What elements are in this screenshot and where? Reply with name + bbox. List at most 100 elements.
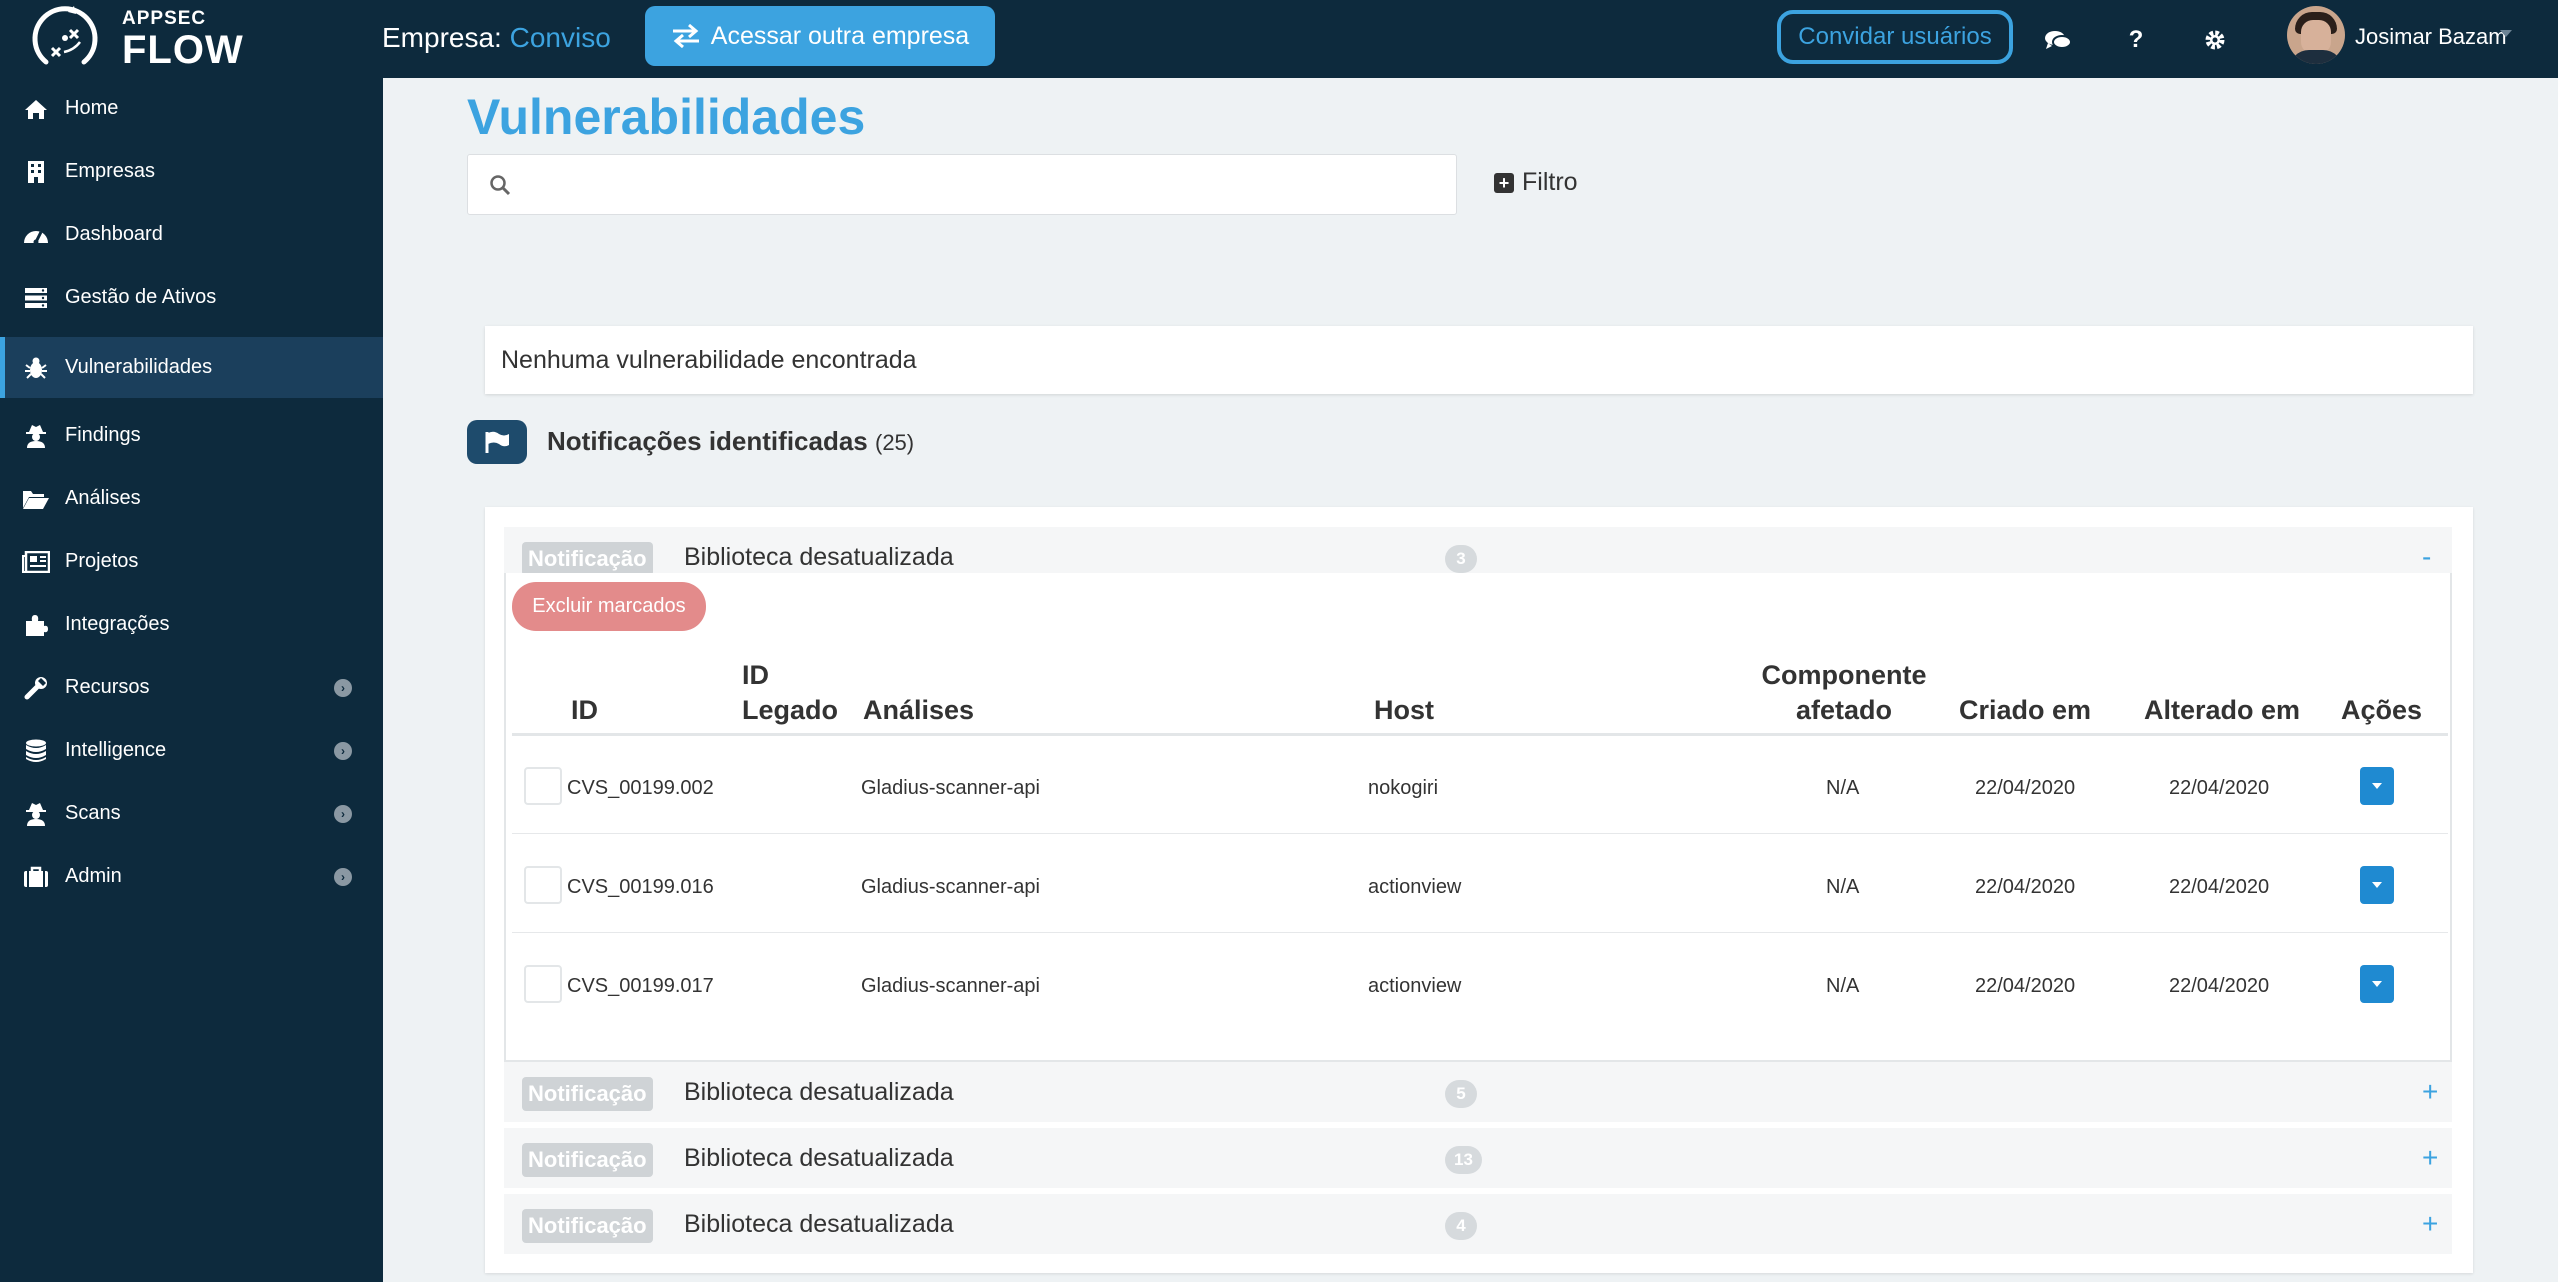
sidebar-item-findings[interactable]: Findings bbox=[0, 405, 383, 466]
expand-toggle[interactable]: + bbox=[2422, 1208, 2438, 1240]
company-indicator: Empresa: Conviso bbox=[382, 22, 611, 54]
notification-group-count-badge: 3 bbox=[1445, 545, 1477, 573]
notification-tag: Notificação bbox=[522, 1077, 653, 1111]
column-header-actions: Ações bbox=[2341, 695, 2423, 725]
notification-group-header[interactable]: Notificação Biblioteca desatualizada 13 … bbox=[504, 1128, 2452, 1188]
user-name-menu[interactable]: Josimar Bazam bbox=[2355, 24, 2507, 50]
cell-component: N/A bbox=[1826, 975, 1860, 997]
wrench-icon bbox=[22, 674, 50, 702]
search-field[interactable] bbox=[467, 154, 1457, 215]
logo-text-appsec: APPSEC bbox=[122, 8, 207, 29]
briefcase-icon bbox=[22, 863, 50, 891]
chat-icon[interactable] bbox=[2040, 22, 2076, 58]
sidebar-item-scans[interactable]: Scans › bbox=[0, 783, 383, 844]
help-icon[interactable]: ? bbox=[2118, 22, 2154, 58]
column-header-updated[interactable]: Alterado em bbox=[2144, 693, 2300, 728]
appsec-flow-logo[interactable]: APPSEC FLOW bbox=[26, 4, 246, 74]
sidebar-item-projetos[interactable]: Projetos bbox=[0, 531, 383, 592]
notification-group-title: Biblioteca desatualizada bbox=[684, 1210, 954, 1238]
filter-button[interactable]: + Filtro bbox=[1494, 168, 1578, 197]
caret-down-icon bbox=[2372, 981, 2382, 987]
notification-group-header[interactable]: Notificação Biblioteca desatualizada 4 + bbox=[504, 1194, 2452, 1254]
company-name-link[interactable]: Conviso bbox=[510, 22, 611, 53]
notification-group-count-badge: 4 bbox=[1445, 1212, 1477, 1240]
caret-down-icon[interactable] bbox=[2500, 30, 2512, 37]
sidebar-item-vulnerabilidades[interactable]: Vulnerabilidades bbox=[0, 337, 383, 398]
cell-updated: 22/04/2020 bbox=[2169, 975, 2270, 997]
flag-icon bbox=[467, 420, 527, 464]
row-checkbox[interactable] bbox=[524, 767, 562, 805]
switch-company-button[interactable]: Acessar outra empresa bbox=[645, 6, 995, 66]
sidebar-item-analises[interactable]: Análises bbox=[0, 468, 383, 529]
expand-toggle[interactable]: + bbox=[2422, 1142, 2438, 1174]
cell-host: actionview bbox=[1368, 876, 1462, 898]
sidebar-item-empresas[interactable]: Empresas bbox=[0, 141, 383, 202]
collapse-toggle[interactable]: - bbox=[2422, 541, 2431, 573]
sidebar-item-label: Recursos bbox=[65, 676, 150, 698]
column-header-host[interactable]: Host bbox=[1374, 693, 1434, 728]
folder-open-icon bbox=[22, 485, 50, 513]
settings-icon[interactable] bbox=[2197, 22, 2233, 58]
cell-updated: 22/04/2020 bbox=[2169, 876, 2270, 898]
user-avatar[interactable] bbox=[2287, 6, 2345, 64]
notification-group-title: Biblioteca desatualizada bbox=[684, 543, 954, 571]
database-icon bbox=[22, 737, 50, 765]
sidebar-item-recursos[interactable]: Recursos › bbox=[0, 657, 383, 718]
spy-icon bbox=[22, 422, 50, 450]
notification-group-header[interactable]: Notificação Biblioteca desatualizada 5 + bbox=[504, 1062, 2452, 1122]
sidebar-item-gestao-de-ativos[interactable]: Gestão de Ativos bbox=[0, 267, 383, 328]
notification-tag: Notificação bbox=[522, 542, 653, 576]
newspaper-icon bbox=[22, 548, 50, 576]
row-checkbox[interactable] bbox=[524, 965, 562, 1003]
column-header-created[interactable]: Criado em bbox=[1959, 693, 2091, 728]
cell-component: N/A bbox=[1826, 876, 1860, 898]
chevron-right-icon: › bbox=[334, 867, 352, 886]
notification-tag: Notificação bbox=[522, 1143, 653, 1177]
cell-component: N/A bbox=[1826, 777, 1860, 799]
row-checkbox[interactable] bbox=[524, 866, 562, 904]
sidebar-item-home[interactable]: Home bbox=[0, 78, 383, 139]
cell-analysis[interactable]: Gladius-scanner-api bbox=[861, 876, 1040, 899]
invite-users-button[interactable]: Convidar usuários bbox=[1777, 10, 2013, 64]
notification-group-count-badge: 5 bbox=[1445, 1080, 1477, 1108]
page-title: Vulnerabilidades bbox=[467, 89, 866, 145]
notification-group-title: Biblioteca desatualizada bbox=[684, 1144, 954, 1172]
sidebar-item-label: Dashboard bbox=[65, 223, 163, 245]
row-actions-dropdown[interactable] bbox=[2360, 965, 2394, 1003]
server-icon bbox=[22, 284, 50, 312]
cell-host: nokogiri bbox=[1368, 777, 1439, 799]
cell-updated: 22/04/2020 bbox=[2169, 777, 2270, 799]
column-header-component-line2[interactable]: afetado bbox=[1759, 693, 1929, 728]
delete-selected-button[interactable]: Excluir marcados bbox=[512, 582, 706, 631]
notifications-panel: Notificação Biblioteca desatualizada 3 -… bbox=[485, 507, 2473, 1273]
cell-analysis[interactable]: Gladius-scanner-api bbox=[861, 777, 1040, 800]
row-divider bbox=[512, 932, 2448, 933]
column-header-component-line1[interactable]: Componente bbox=[1759, 658, 1929, 693]
row-actions-dropdown[interactable] bbox=[2360, 767, 2394, 805]
plus-square-icon: + bbox=[1494, 172, 1514, 193]
empty-state-message: Nenhuma vulnerabilidade encontrada bbox=[485, 326, 2473, 394]
cell-id: CVS_00199.017 bbox=[567, 975, 714, 997]
sidebar-item-label: Admin bbox=[65, 865, 122, 887]
swap-arrows-icon bbox=[672, 24, 699, 48]
search-icon bbox=[490, 175, 511, 196]
sidebar-item-intelligence[interactable]: Intelligence › bbox=[0, 720, 383, 781]
column-header-id[interactable]: ID bbox=[571, 693, 598, 728]
search-input[interactable] bbox=[524, 165, 1424, 205]
row-actions-dropdown[interactable] bbox=[2360, 866, 2394, 904]
cell-id: CVS_00199.002 bbox=[567, 777, 714, 799]
sidebar-item-integracoes[interactable]: Integrações bbox=[0, 594, 383, 655]
sidebar-item-label: Projetos bbox=[65, 550, 139, 572]
sidebar-item-admin[interactable]: Admin › bbox=[0, 846, 383, 907]
cell-host: actionview bbox=[1368, 975, 1462, 997]
cell-analysis[interactable]: Gladius-scanner-api bbox=[861, 975, 1040, 998]
sidebar-item-dashboard[interactable]: Dashboard bbox=[0, 204, 383, 265]
column-header-legacy-id-line1[interactable]: ID bbox=[742, 658, 769, 693]
expand-toggle[interactable]: + bbox=[2422, 1076, 2438, 1108]
table-header-divider bbox=[512, 733, 2448, 736]
column-header-legacy-id-line2[interactable]: Legado bbox=[742, 693, 838, 728]
sidebar-item-label: Integrações bbox=[65, 613, 170, 635]
chevron-right-icon: › bbox=[334, 741, 352, 760]
sidebar-item-label: Home bbox=[65, 97, 119, 119]
column-header-analyses[interactable]: Análises bbox=[863, 693, 974, 728]
